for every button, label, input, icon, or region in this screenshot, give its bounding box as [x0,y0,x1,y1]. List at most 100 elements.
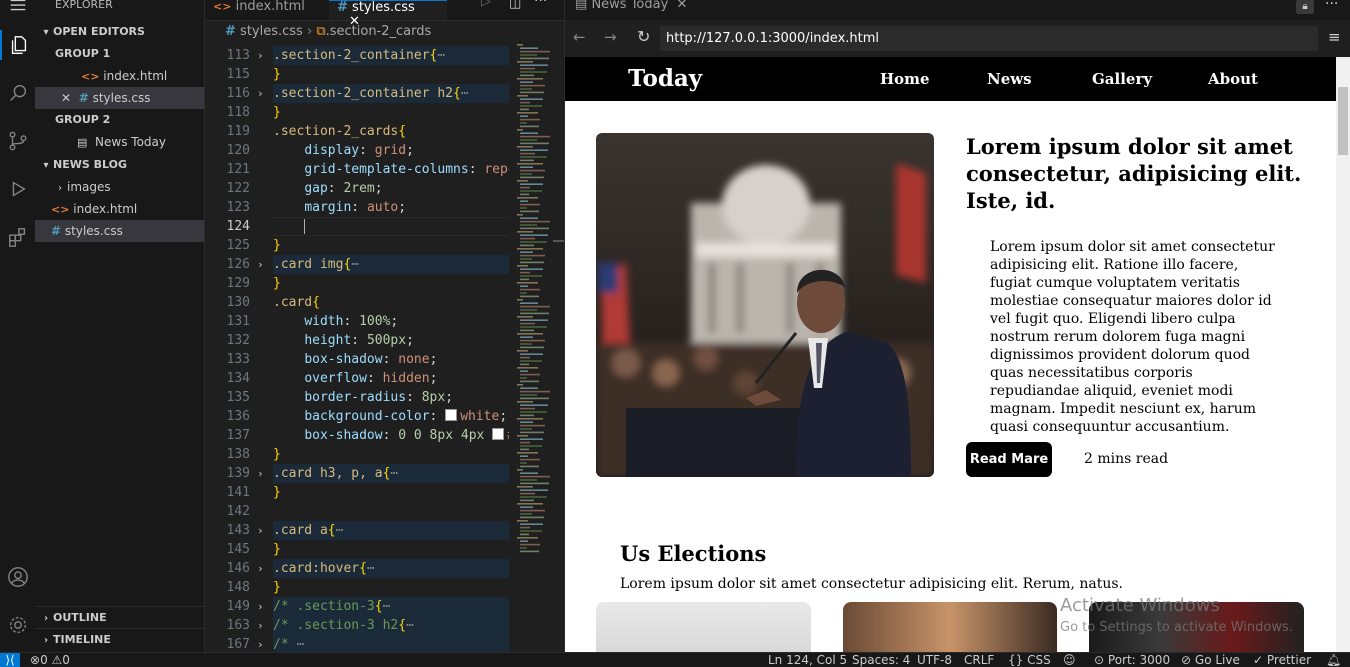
fold-chevron-icon[interactable]: › [257,84,264,103]
fold-chevron-icon[interactable]: › [257,635,264,652]
code-line[interactable]: /* .section-3 h2{⋯ [273,616,509,635]
file-index-html[interactable]: <> index.html [35,198,204,220]
more-actions-icon[interactable]: ··· [1325,0,1338,12]
fold-chevron-icon[interactable]: › [257,559,264,578]
url-input[interactable]: http://127.0.0.1:3000/index.html [660,26,1318,51]
code-line[interactable]: .card img{⋯ [273,255,509,274]
code-line[interactable]: .card{ [273,293,509,312]
code-line[interactable]: grid-template-columns: repe [273,160,509,179]
code-line[interactable]: border-radius: 8px; [273,388,509,407]
code-line[interactable]: } [273,274,509,293]
lock-icon[interactable]: 🔒︎ [1296,0,1314,14]
run-icon[interactable]: ▷ [481,0,491,9]
menu-icon[interactable] [0,0,35,20]
settings-gear-icon[interactable] [0,610,35,640]
code-area[interactable]: 113 › .section-2_container{⋯ 115} 116 › .secti… [205,44,515,652]
close-icon[interactable]: ✕ [676,0,687,12]
nav-home[interactable]: Home [880,57,930,101]
more-actions-icon[interactable]: ··· [175,0,188,8]
code-line[interactable]: } [273,65,509,84]
language-mode[interactable]: {} CSS [1008,653,1051,667]
split-editor-icon[interactable]: ◫ [509,0,521,11]
code-line[interactable]: .card a{⋯ [273,521,509,540]
code-line[interactable]: box-shadow: 0 0 8px 4px # [273,426,509,445]
browser-tab[interactable]: ▤ News Today ✕ [575,0,687,12]
fold-chevron-icon[interactable]: › [257,464,264,483]
back-icon[interactable]: ← [573,28,586,46]
prettier-status[interactable]: ✓ Prettier [1253,653,1311,667]
copilot-icon[interactable]: ☺ [1063,653,1076,667]
project-header[interactable]: ▾ NEWS BLOG [35,154,204,176]
scrollbar-thumb[interactable] [1338,87,1348,155]
code-line[interactable] [273,217,509,236]
code-line[interactable]: overflow: hidden; [273,369,509,388]
code-line[interactable]: .card h3, p, a{⋯ [273,464,509,483]
file-styles-css[interactable]: # styles.css [35,220,204,242]
notifications-bell-icon[interactable]: 🔔︎ [1326,653,1341,667]
open-editor-index-html[interactable]: <> index.html [35,65,204,87]
code-line[interactable]: gap: 2rem; [273,179,509,198]
open-editor-news-today[interactable]: ▤ News Today [35,131,204,153]
code-line[interactable]: .section-2_cards{ [273,122,509,141]
code-line[interactable]: /* ⋯ [273,635,509,652]
timeline-section[interactable]: › TIMELINE [35,628,204,651]
open-editor-styles-css[interactable]: ✕ # styles.css [35,87,204,109]
code-line[interactable]: .card:hover{⋯ [273,559,509,578]
tab-index-html[interactable]: <> index.html [205,0,327,20]
breadcrumb-symbol[interactable]: .section-2_cards [326,24,432,39]
code-line[interactable]: width: 100%; [273,312,509,331]
remote-icon[interactable]: ⟩⟨ [0,653,20,667]
code-line[interactable]: } [273,445,509,464]
menu-icon[interactable]: ≡ [1328,28,1341,46]
account-icon[interactable] [0,562,35,592]
search-icon[interactable] [0,78,35,108]
code-line[interactable]: box-shadow: none; [273,350,509,369]
code-line[interactable]: } [273,103,509,122]
code-line[interactable]: /* .section-3{⋯ [273,597,509,616]
nav-gallery[interactable]: Gallery [1092,57,1152,101]
minimap[interactable] [517,44,553,574]
go-live-button[interactable]: ⊘ Go Live [1181,653,1240,667]
code-line[interactable]: display: grid; [273,141,509,160]
fold-chevron-icon[interactable]: › [257,46,264,65]
page-scrollbar[interactable] [1336,57,1350,652]
close-icon[interactable]: ✕ [61,91,71,105]
code-line[interactable] [273,502,509,521]
explorer-icon[interactable] [0,30,35,60]
code-line[interactable]: } [273,236,509,255]
read-more-button[interactable]: Read Mare [966,442,1052,477]
code-line[interactable]: } [273,578,509,597]
code-line[interactable]: } [273,540,509,559]
code-line[interactable]: .section-2_container h2{⋯ [273,84,509,103]
folder-images[interactable]: › images [35,176,204,198]
port-indicator[interactable]: ⊙ Port: 3000 [1094,653,1170,667]
code-line[interactable]: background-color: white; [273,407,509,426]
fold-chevron-icon[interactable]: › [257,616,264,635]
open-editors-header[interactable]: ▾ OPEN EDITORS [35,21,204,43]
card-image[interactable] [596,602,811,652]
code-line[interactable]: height: 500px; [273,331,509,350]
outline-section[interactable]: › OUTLINE [35,606,204,629]
run-debug-icon[interactable] [0,174,35,204]
extensions-icon[interactable] [0,222,35,252]
nav-about[interactable]: About [1208,57,1258,101]
fold-chevron-icon[interactable]: › [257,521,264,540]
source-control-icon[interactable] [0,126,35,156]
end-of-line[interactable]: CRLF [964,653,994,667]
code-line[interactable]: margin: auto; [273,198,509,217]
code-line[interactable]: } [273,483,509,502]
fold-chevron-icon[interactable]: › [257,597,264,616]
forward-icon[interactable]: → [604,28,617,46]
problems-indicator[interactable]: ⊗0 ⚠0 [30,653,70,667]
site-brand[interactable]: Today [628,57,702,101]
cursor-position[interactable]: Ln 124, Col 5 [768,653,847,667]
code-line[interactable]: .section-2_container{⋯ [273,46,509,65]
indentation[interactable]: Spaces: 4 [852,653,910,667]
breadcrumb-file[interactable]: styles.css [240,24,303,39]
reload-icon[interactable]: ↻ [637,27,650,46]
tab-styles-css[interactable]: # styles.css ✕ [329,0,447,29]
more-actions-icon[interactable]: ··· [534,0,547,9]
encoding[interactable]: UTF-8 [917,653,952,667]
fold-chevron-icon[interactable]: › [257,255,264,274]
nav-news[interactable]: News [987,57,1032,101]
